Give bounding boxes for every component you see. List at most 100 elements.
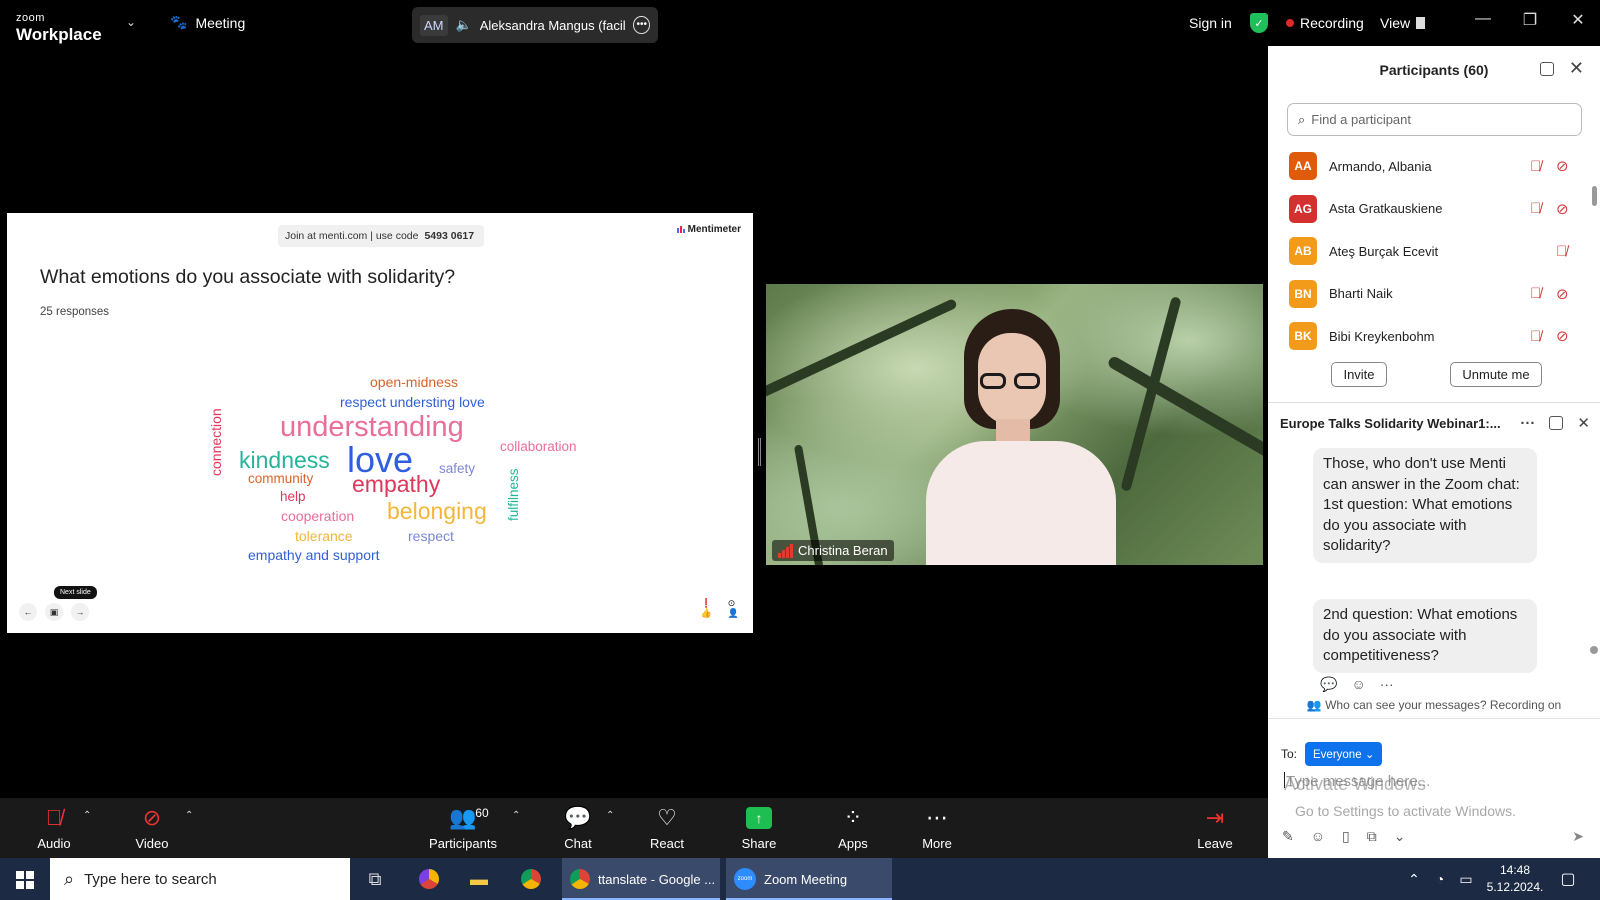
chat-icon: 💬: [564, 805, 592, 830]
avatar: AA: [1289, 152, 1317, 181]
wifi-icon[interactable]: ◔: [1428, 867, 1452, 891]
audience-icon[interactable]: ⊙ 👤: [728, 598, 739, 619]
more-button[interactable]: ⋯ More: [902, 804, 972, 851]
react-button[interactable]: ♡ React: [632, 804, 702, 851]
chrome-icon[interactable]: [519, 867, 543, 891]
active-speaker-pill[interactable]: AM 🔈 Aleksandra Mangus (facilitat •••: [412, 7, 658, 43]
speaker-icon: 🔈: [455, 17, 472, 32]
sign-in-link[interactable]: Sign in: [1189, 15, 1232, 31]
file-icon[interactable]: ▯: [1342, 828, 1350, 845]
chevron-down-icon[interactable]: ⌄: [126, 15, 136, 29]
pop-out-icon[interactable]: [1540, 62, 1554, 76]
chat-button[interactable]: 💬 Chat: [543, 804, 613, 851]
participants-options-chevron-icon[interactable]: ⌃: [512, 810, 520, 821]
windows-start-icon[interactable]: [16, 871, 34, 889]
previous-slide-icon[interactable]: ←: [19, 603, 37, 621]
leave-button[interactable]: ⇥ Leave: [1180, 804, 1250, 851]
zoom-workplace-logo[interactable]: zoom Workplace: [16, 9, 102, 44]
video-off-icon[interactable]: ⊘: [1556, 285, 1569, 303]
avatar: AB: [1289, 237, 1317, 266]
system-clock[interactable]: 14:48 5.12.2024.: [1480, 862, 1550, 896]
meeting-toolbar: 🎙̸ Audio ⌃ ⊘ Video ⌃ 👥 60 Participants ⌃ …: [0, 798, 1268, 858]
screenshot-icon[interactable]: ⧉: [1367, 828, 1377, 845]
chevron-down-icon[interactable]: ⌄: [1394, 828, 1406, 845]
video-options-chevron-icon[interactable]: ⌃: [185, 810, 193, 821]
mic-muted-icon[interactable]: 🎙̸: [1530, 200, 1541, 217]
mic-muted-icon[interactable]: 🎙̸: [1556, 243, 1567, 260]
file-explorer-icon[interactable]: ▬: [467, 867, 491, 891]
next-slide-icon[interactable]: →: [71, 603, 89, 621]
notifications-icon[interactable]: ▢: [1556, 867, 1580, 891]
invite-button[interactable]: Invite: [1331, 362, 1387, 387]
mic-muted-icon[interactable]: 🎙̸: [1530, 328, 1541, 345]
video-button[interactable]: ⊘ Video: [117, 804, 187, 851]
participant-row[interactable]: BK Bibi Kreykenbohm 🎙̸ ⊘: [1268, 315, 1588, 358]
record-dot-icon: [1286, 19, 1294, 27]
minimize-icon[interactable]: —: [1473, 10, 1493, 28]
participant-video-tile[interactable]: Christina Beran: [766, 284, 1263, 565]
task-view-icon[interactable]: ⧉: [363, 867, 387, 891]
chat-scrollbar[interactable]: [1590, 646, 1598, 654]
participant-row[interactable]: BN Bharti Naik 🎙̸ ⊘: [1268, 273, 1588, 316]
taskbar-search-input[interactable]: [84, 870, 325, 888]
more-options-icon[interactable]: •••: [633, 16, 650, 34]
send-icon[interactable]: ➤: [1572, 828, 1584, 845]
search-icon: ⌕: [64, 868, 75, 889]
reply-icon[interactable]: 💬: [1320, 676, 1337, 693]
recipient-selector: To: Everyone ⌄: [1281, 742, 1383, 766]
recipient-dropdown[interactable]: Everyone ⌄: [1305, 742, 1383, 766]
chat-options-chevron-icon[interactable]: ⌃: [606, 810, 614, 821]
restore-icon[interactable]: ❐: [1520, 10, 1540, 30]
react-label: React: [650, 836, 684, 851]
audio-button[interactable]: 🎙̸ Audio: [19, 804, 89, 851]
video-off-icon[interactable]: ⊘: [1556, 200, 1569, 218]
add-reaction-icon[interactable]: ☺: [1351, 676, 1365, 693]
battery-icon[interactable]: ▭: [1454, 867, 1478, 891]
security-shield-icon[interactable]: ✓: [1250, 13, 1268, 33]
panel-divider[interactable]: [1268, 402, 1600, 403]
close-window-icon[interactable]: ✕: [1568, 10, 1588, 30]
participant-scrollbar[interactable]: [1592, 186, 1597, 206]
message-visibility-note[interactable]: 👥 Who can see your messages? Recording o…: [1268, 698, 1600, 712]
recording-indicator[interactable]: Recording: [1286, 15, 1364, 31]
browser-icon[interactable]: [417, 867, 441, 891]
video-off-icon[interactable]: ⊘: [1556, 157, 1569, 175]
show-hidden-icons-icon[interactable]: ⌃: [1402, 867, 1426, 891]
speaker-name: Aleksandra Mangus (facilitat: [479, 17, 626, 33]
pop-out-icon[interactable]: [1549, 416, 1564, 430]
activate-windows-watermark: Activate Windows: [1284, 774, 1427, 794]
apps-button[interactable]: ⁘ Apps: [818, 804, 888, 851]
word-cloud-word: respect: [408, 528, 454, 544]
fullscreen-icon[interactable]: ▣: [45, 603, 63, 621]
shared-screen-slide[interactable]: Join at menti.com | use code 5493 0617 M…: [7, 213, 753, 633]
participant-row[interactable]: AA Armando, Albania 🎙̸ ⊘: [1268, 145, 1588, 188]
taskbar-app-zoom[interactable]: zoom Zoom Meeting: [726, 858, 892, 900]
audio-options-chevron-icon[interactable]: ⌃: [83, 810, 91, 821]
thumbs-up-icon[interactable]: ❗ 👍: [701, 598, 712, 619]
chat-message[interactable]: 2nd question: What emotions do you assoc…: [1313, 599, 1537, 673]
more-icon[interactable]: ···: [1380, 676, 1394, 693]
participant-row[interactable]: AG Asta Gratkauskiene 🎙̸ ⊘: [1268, 188, 1588, 231]
format-icon[interactable]: ✎: [1282, 828, 1294, 845]
meeting-menu-button[interactable]: 🐾 Meeting: [170, 14, 245, 31]
view-button[interactable]: View: [1380, 15, 1426, 31]
mic-muted-icon[interactable]: 🎙̸: [1530, 285, 1541, 302]
participant-row[interactable]: AB Ateş Burçak Ecevit 🎙̸: [1268, 230, 1588, 273]
video-off-icon[interactable]: ⊘: [1556, 327, 1569, 345]
close-icon[interactable]: ✕: [1577, 414, 1590, 432]
split-resize-handle[interactable]: [758, 438, 761, 466]
emoji-icon[interactable]: ☺: [1311, 828, 1325, 845]
word-cloud-word: understanding: [280, 411, 464, 443]
heart-icon: ♡: [657, 805, 677, 830]
chat-message[interactable]: Those, who don't use Menti can answer in…: [1313, 448, 1537, 563]
more-icon[interactable]: ···: [1520, 415, 1535, 432]
taskbar-app-chrome[interactable]: ttanslate - Google ...: [562, 858, 720, 900]
participant-search-input[interactable]: [1311, 112, 1562, 127]
share-button[interactable]: ↑ Share: [724, 804, 794, 851]
mic-muted-icon[interactable]: 🎙̸: [1530, 158, 1541, 175]
top-bar: zoom Workplace ⌄ 🐾 Meeting AM 🔈 Aleksand…: [0, 0, 1600, 46]
chat-header-icons: ··· ✕: [1520, 414, 1590, 433]
close-icon[interactable]: ✕: [1569, 58, 1584, 79]
unmute-me-button[interactable]: Unmute me: [1450, 362, 1542, 387]
participants-button[interactable]: 👥 60 Participants: [428, 804, 498, 851]
